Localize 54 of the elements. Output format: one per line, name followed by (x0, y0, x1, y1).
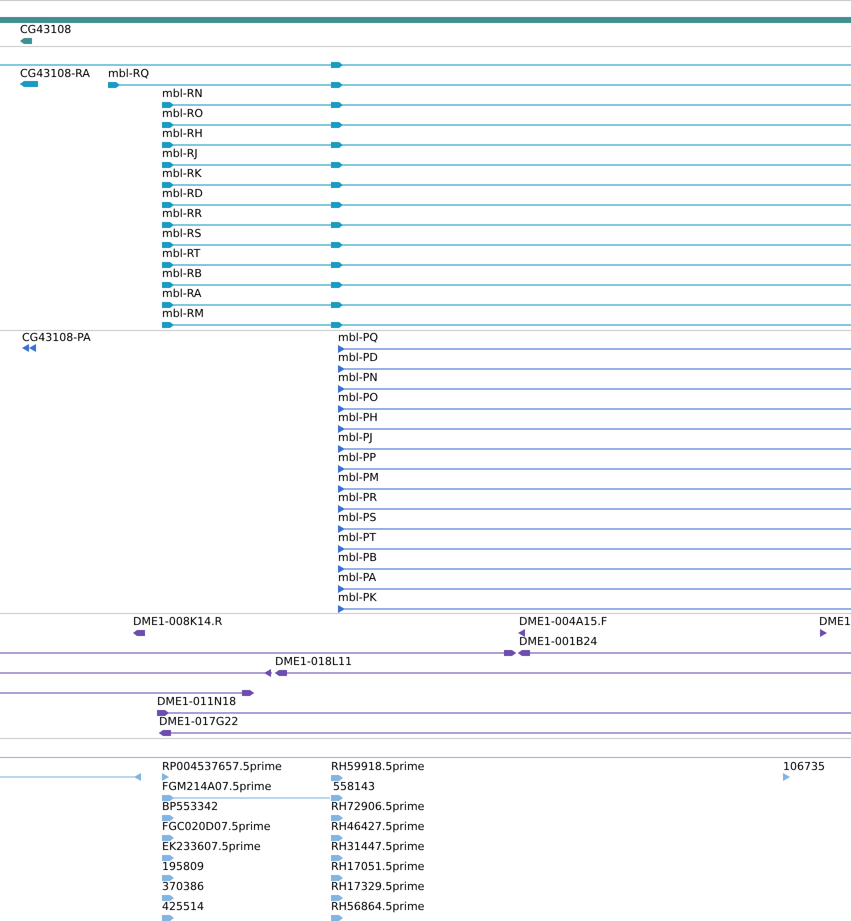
feature-label: 370386 (162, 880, 204, 894)
feature-label: mbl-RM (162, 307, 204, 321)
feature-label: mbl-RJ (162, 147, 198, 161)
feature-label: 106735 (783, 760, 825, 774)
feature-label: FGC020D07.5prime (162, 820, 271, 834)
feature-label: DME1-011N18 (157, 695, 236, 709)
feature-label: DME1-018L11 (275, 655, 352, 669)
feature-label: FGM214A07.5prime (162, 780, 272, 794)
feature-label: mbl-RK (162, 167, 202, 181)
feature-label: mbl-PT (338, 531, 376, 545)
feature-label: mbl-RN (162, 87, 203, 101)
feature-label: mbl-PQ (338, 331, 378, 345)
feature-label: mbl-PH (338, 411, 378, 425)
feature-label: mbl-PD (338, 351, 378, 365)
feature-label: RP004537657.5prime (162, 760, 282, 774)
feature-label: RH46427.5prime (331, 820, 424, 834)
feature-label: mbl-PK (338, 591, 377, 605)
feature-label: DME1-001B24 (519, 635, 598, 649)
feature-label: RH31447.5prime (331, 840, 424, 854)
feature-label: BP553342 (162, 800, 218, 814)
feature-label: RH56864.5prime (331, 900, 424, 914)
feature-label: 195809 (162, 860, 204, 874)
feature-label: DME1-008K14.R (133, 615, 222, 629)
feature-label: RH72906.5prime (331, 800, 424, 814)
feature-label: mbl-PJ (338, 431, 373, 445)
feature-label: EK233607.5prime (162, 840, 261, 854)
feature-label: mbl-PP (338, 451, 376, 465)
feature-label: CG43108 (20, 23, 72, 37)
feature-label: mbl-RD (162, 187, 203, 201)
feature-label: mbl-RH (162, 127, 203, 141)
feature-label: mbl-PS (338, 511, 376, 525)
feature-label: mbl-RO (162, 107, 204, 121)
feature-label: DME1-017G22 (159, 715, 238, 729)
feature-label: 558143 (333, 780, 375, 794)
feature-label: mbl-RA (162, 287, 202, 301)
feature-label: mbl-PB (338, 551, 377, 565)
feature-label: mbl-RQ (108, 67, 150, 81)
feature-label: mbl-PR (338, 491, 377, 505)
feature-label: 425514 (162, 900, 204, 914)
feature-label: mbl-RT (162, 247, 200, 261)
feature-label: CG43108-RA (20, 67, 90, 81)
feature-label: RH17051.5prime (331, 860, 424, 874)
feature-label: DME1 (819, 615, 851, 629)
feature-label: RH17329.5prime (331, 880, 424, 894)
feature-label: RH59918.5prime (331, 760, 424, 774)
feature-label: mbl-PM (338, 471, 379, 485)
feature-label: mbl-RB (162, 267, 202, 281)
feature-label: mbl-RR (162, 207, 202, 221)
feature-label: mbl-PO (338, 391, 378, 405)
feature-label: DME1-004A15.F (519, 615, 608, 629)
feature-label: CG43108-PA (22, 331, 91, 345)
feature-label: mbl-RS (162, 227, 202, 241)
feature-label: mbl-PA (338, 571, 376, 585)
feature-label: mbl-PN (338, 371, 378, 385)
